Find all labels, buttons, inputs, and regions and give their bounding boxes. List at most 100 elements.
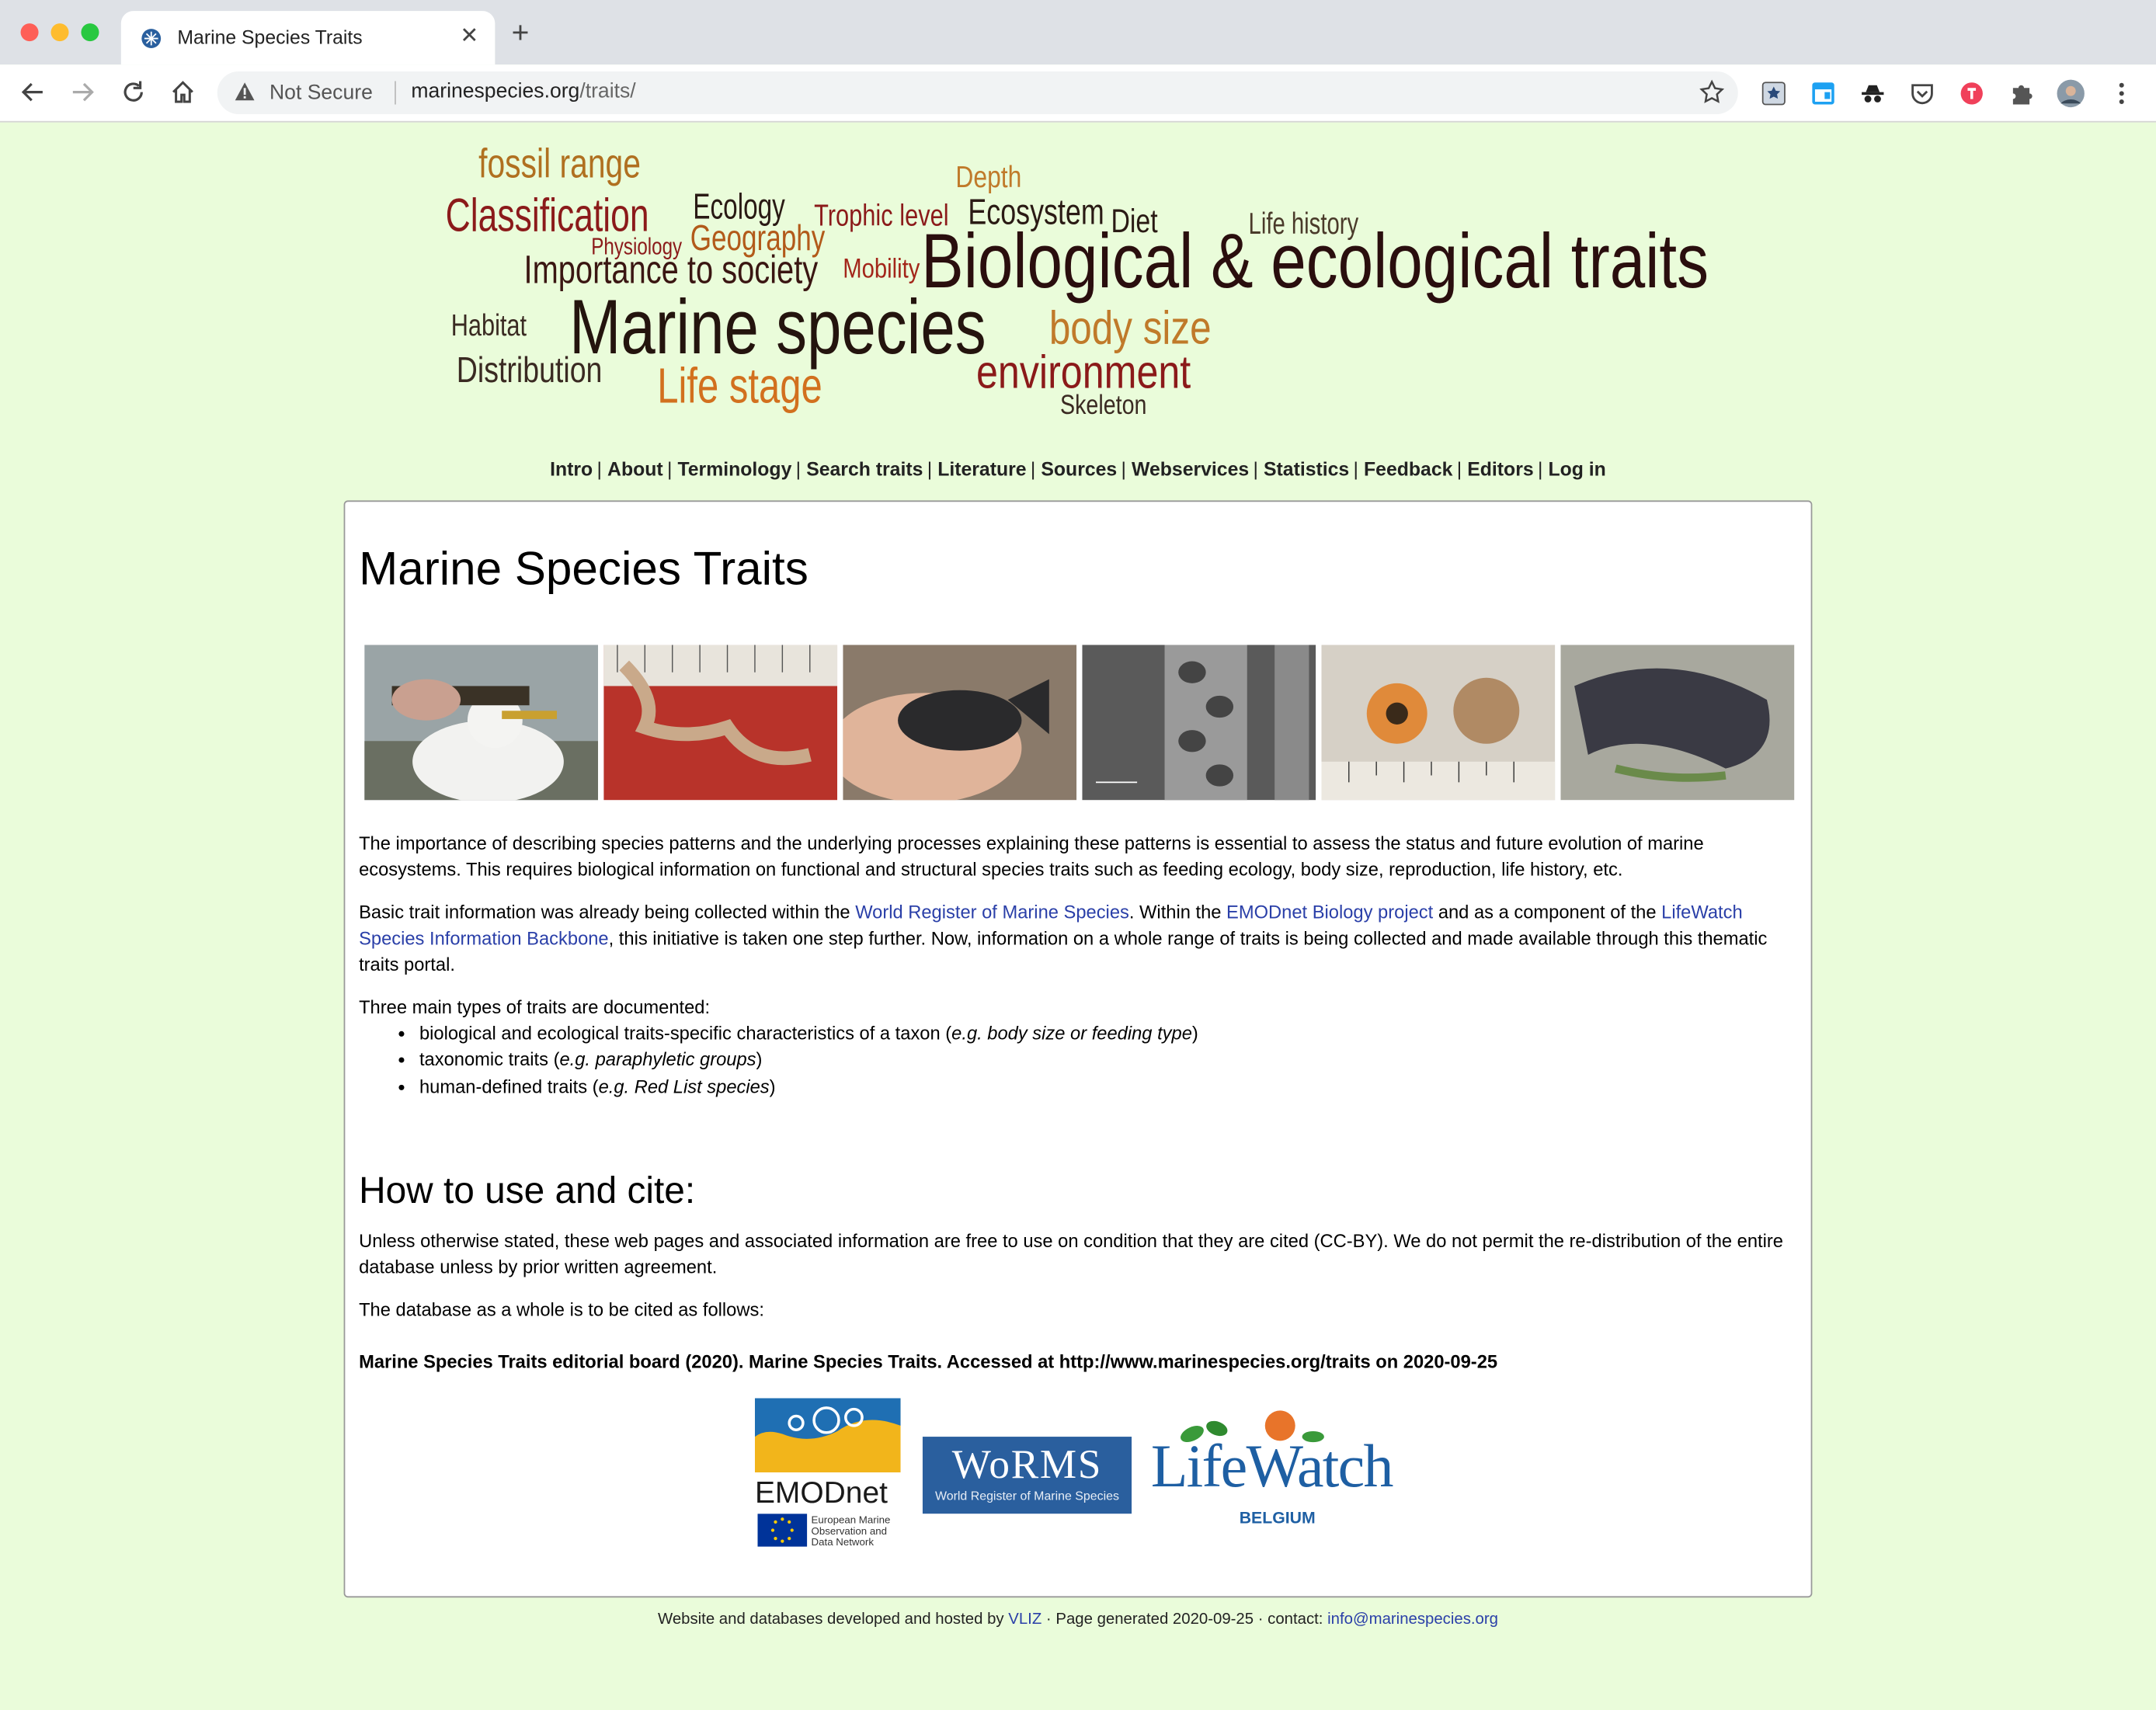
url-text[interactable]: marinespecies.org/traits/ [411, 80, 635, 103]
intro-paragraph: The importance of describing species pat… [359, 832, 1704, 881]
puzzle-extensions-icon[interactable] [2008, 80, 2035, 107]
top-navigation: Intro | About | Terminology | Search traits | Li… [0, 458, 2156, 480]
trait-type-close: ) [769, 1076, 776, 1097]
nav-literature[interactable]: Literature [937, 458, 1026, 480]
pocket-extension-icon[interactable] [1908, 80, 1935, 107]
photo-sem-bryozoan [1082, 645, 1316, 801]
contact-email-link[interactable]: info@marinespecies.org [1327, 1611, 1498, 1628]
emodnet-sub-line3: Data Network [811, 1535, 874, 1548]
cloud-word: Marine species [569, 283, 986, 370]
cite-intro: The database as a whole is to be cited a… [359, 1299, 764, 1320]
cloud-word: fossil range [478, 141, 641, 187]
page-footer: Website and databases developed and host… [0, 1611, 2156, 1628]
nav-separator: | [1030, 457, 1036, 480]
bookmark-star-icon[interactable] [1699, 79, 1725, 112]
trait-type-item: taxonomic traits (e.g. paraphyletic grou… [419, 1047, 1797, 1073]
cloud-word: Life stage [657, 357, 822, 414]
cloud-word: Habitat [450, 308, 527, 342]
zoom-window-button[interactable] [81, 23, 99, 42]
worms-logo[interactable]: WoRMS World Register of Marine Species [922, 1437, 1132, 1514]
cloud-word: body size [1048, 302, 1212, 355]
emodnet-subtitle: European Marine Observation and Data Net… [811, 1514, 891, 1548]
header-word-cloud: fossil range Classification Ecology Trophic… [0, 123, 2156, 439]
nav-separator: | [1456, 457, 1462, 480]
nav-statistics[interactable]: Statistics [1264, 458, 1349, 480]
basic-info-paragraph: Basic trait information was already bein… [359, 899, 1797, 978]
warning-icon [234, 81, 256, 109]
cloud-word: environment [975, 346, 1191, 399]
bookmark-extension-icon[interactable] [1760, 80, 1787, 107]
trait-type-text: biological and ecological traits-specifi… [419, 1023, 952, 1044]
vliz-link[interactable]: VLIZ [1008, 1611, 1041, 1628]
lifewatch-logo[interactable]: LifeWatch BELGIUM [1151, 1409, 1404, 1541]
cloud-word: Distribution [456, 349, 603, 391]
nav-webservices[interactable]: Webservices [1132, 458, 1249, 480]
trait-type-text: taxonomic traits ( [419, 1049, 560, 1071]
close-tab-icon[interactable]: ✕ [460, 22, 478, 49]
cloud-word: Skeleton [1059, 390, 1147, 421]
basic-text-1: Basic trait information was already bein… [359, 902, 856, 923]
incognito-extension-icon[interactable] [1859, 80, 1886, 107]
emodnet-logo[interactable]: EMODnet European Marine Observation and … [754, 1398, 901, 1549]
citation-text: Marine Species Traits editorial board (2… [359, 1351, 1498, 1372]
red-circle-extension-icon[interactable] [1958, 80, 1985, 107]
nav-sources[interactable]: Sources [1041, 458, 1117, 480]
back-arrow-icon[interactable] [16, 75, 49, 108]
trait-type-example: e.g. Red List species [598, 1076, 770, 1097]
new-tab-icon[interactable]: + [512, 17, 530, 48]
nav-about[interactable]: About [607, 458, 663, 480]
nav-editors[interactable]: Editors [1467, 458, 1533, 480]
close-window-button[interactable] [20, 23, 39, 42]
address-bar[interactable]: Not Secure marinespecies.org/traits/ [217, 71, 1738, 114]
browser-tab[interactable]: Marine Species Traits ✕ [120, 11, 496, 65]
window-extension-icon[interactable] [1810, 80, 1837, 107]
nav-intro[interactable]: Intro [550, 458, 593, 480]
worms-link[interactable]: World Register of Marine Species [855, 902, 1129, 923]
reload-icon[interactable] [116, 75, 149, 108]
lifewatch-subtitle: BELGIUM [1239, 1508, 1316, 1528]
photo-shells-scale [1321, 645, 1556, 801]
home-icon[interactable] [166, 75, 199, 108]
main-content: Marine Species Traits The importance of … [343, 500, 1813, 1598]
nav-separator: | [1353, 457, 1358, 480]
worms-name: WoRMS [951, 1442, 1103, 1488]
nav-separator: | [1537, 457, 1543, 480]
not-secure-label: Not Secure [269, 81, 373, 105]
url-path: /traits/ [579, 79, 636, 103]
worms-favicon-icon [141, 27, 162, 49]
footer-text-2: · Page generated 2020-09-25 · contact: [1041, 1611, 1328, 1628]
photo-gull-measurement [364, 645, 599, 801]
emodnet-biology-link[interactable]: EMODnet Biology project [1226, 902, 1433, 923]
nav-feedback[interactable]: Feedback [1364, 458, 1452, 480]
lifewatch-name: LifeWatch [1150, 1432, 1394, 1500]
minimize-window-button[interactable] [50, 23, 69, 42]
trait-type-example: e.g. body size or feeding type [951, 1023, 1192, 1044]
trait-type-close: ) [756, 1049, 763, 1071]
nav-separator: | [1121, 457, 1126, 480]
nav-log-in[interactable]: Log in [1548, 458, 1605, 480]
menu-kebab-icon[interactable] [2108, 80, 2135, 107]
trait-type-item: human-defined traits (e.g. Red List spec… [419, 1073, 1797, 1100]
eu-flag-icon [757, 1514, 808, 1547]
browser-toolbar: Not Secure marinespecies.org/traits/ [0, 64, 2156, 123]
nav-separator: | [1253, 457, 1258, 480]
cloud-word: Biological & ecological traits [921, 217, 1709, 304]
url-separator [395, 81, 396, 105]
trait-type-text: human-defined traits ( [419, 1076, 599, 1097]
url-host: marinespecies.org [411, 79, 580, 103]
emodnet-wave-icon [754, 1398, 901, 1473]
worms-subtitle: World Register of Marine Species [934, 1489, 1119, 1503]
photo-fish-in-hand [843, 645, 1077, 801]
nav-separator: | [596, 457, 602, 480]
trait-type-item: biological and ecological traits-specifi… [419, 1020, 1797, 1047]
nav-terminology[interactable]: Terminology [677, 458, 791, 480]
trait-type-close: ) [1191, 1023, 1198, 1044]
profile-avatar-icon[interactable] [2057, 79, 2085, 108]
photo-larva-ruler [603, 645, 838, 801]
cloud-word: Mobility [843, 254, 920, 285]
forward-arrow-icon[interactable] [66, 75, 99, 108]
basic-text-3: and as a component of the [1433, 902, 1662, 923]
cite-paragraph: Unless otherwise stated, these web pages… [359, 1230, 1783, 1278]
trait-type-example: e.g. paraphyletic groups [559, 1049, 756, 1071]
nav-search-traits[interactable]: Search traits [806, 458, 923, 480]
